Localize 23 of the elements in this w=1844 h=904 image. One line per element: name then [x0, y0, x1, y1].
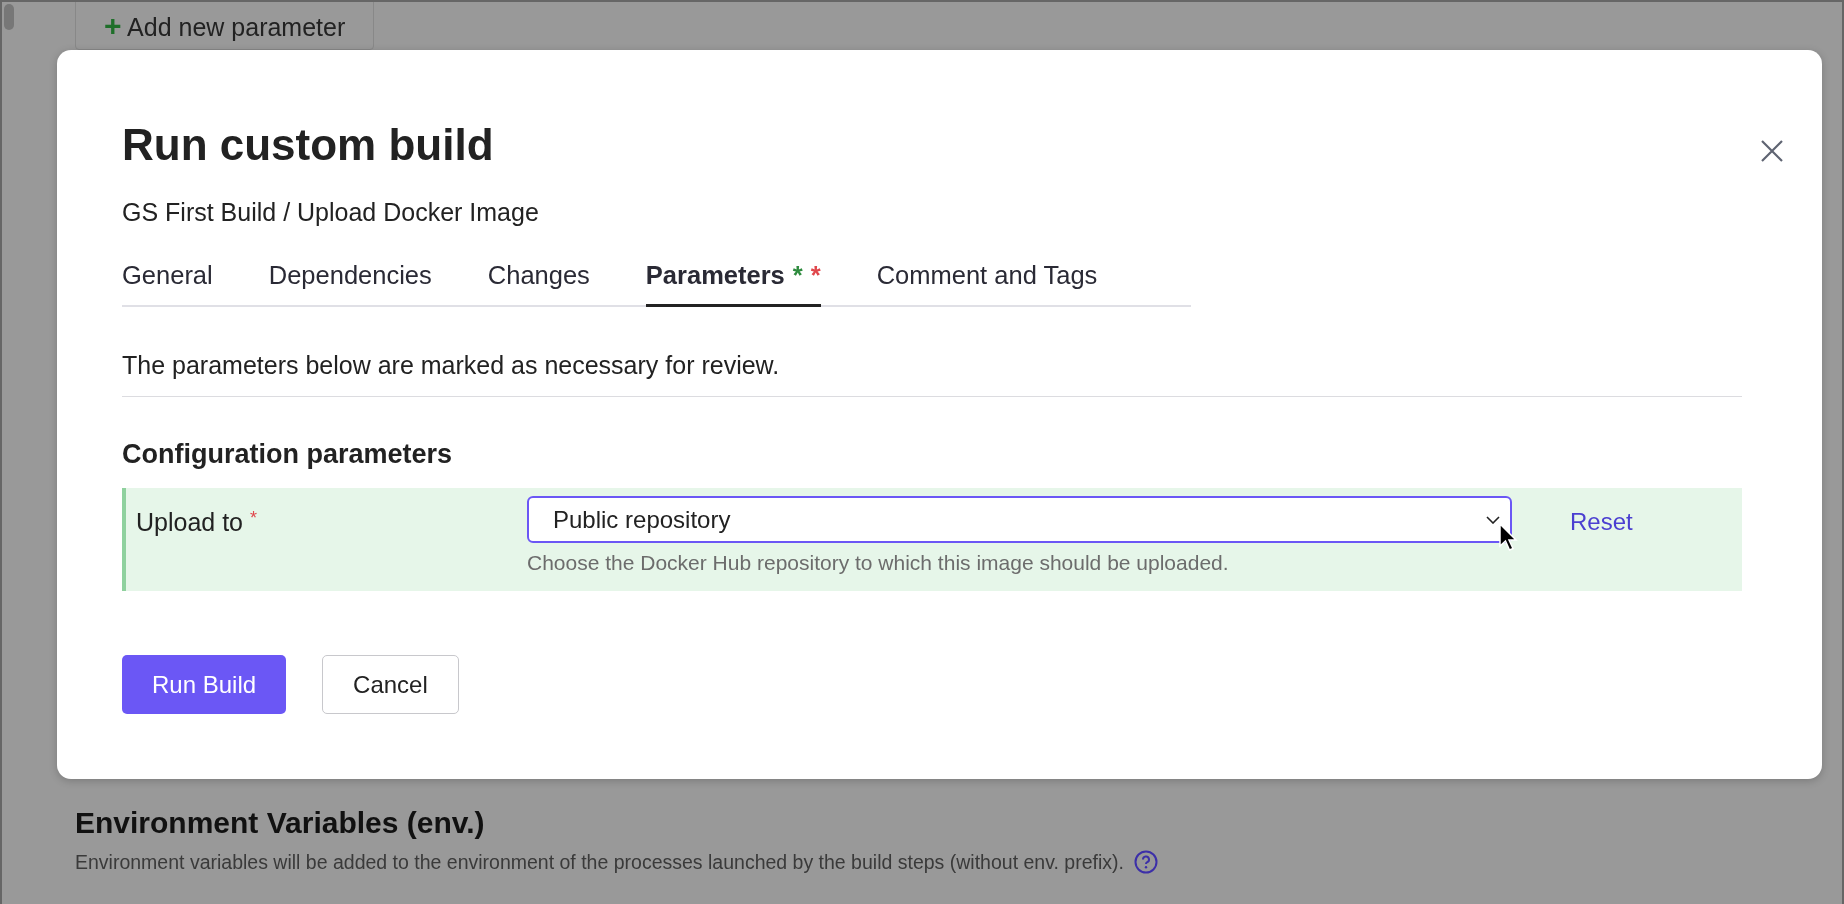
- dialog-title: Run custom build: [122, 120, 495, 170]
- section-description: Environment variables will be added to the environment of the processes launched by the build steps (without env. prefix).: [75, 850, 1124, 874]
- parameter-hint: Choose the Docker Hub repository to which this image should be uploaded.: [527, 551, 1230, 575]
- tab[interactable]: Dependencies: [268, 257, 432, 307]
- required-mark: *: [792, 261, 803, 289]
- cancel-button[interactable]: Cancel: [322, 655, 459, 714]
- tab[interactable]: Comment and Tags: [876, 257, 1098, 307]
- tab[interactable]: Parameters * *: [645, 257, 821, 307]
- notice-text: The parameters below are marked as necessary for review.: [122, 351, 1742, 397]
- scrollbar-thumb[interactable]: [4, 4, 14, 30]
- tab[interactable]: Changes: [487, 257, 590, 307]
- section-title: Configuration parameters: [122, 439, 454, 470]
- parameter-label: Upload to *: [136, 507, 258, 537]
- close-icon[interactable]: [1760, 139, 1784, 163]
- reset-link[interactable]: Reset: [1570, 496, 1633, 536]
- help-icon[interactable]: [1133, 850, 1158, 874]
- required-mark: *: [810, 261, 821, 289]
- dialog-subtitle: GS First Build / Upload Docker Image: [122, 198, 540, 227]
- add-parameter-button[interactable]: + Add new parameter: [75, 2, 375, 50]
- run-button[interactable]: Run Build: [122, 655, 287, 714]
- section-title: Environment Variables (env.): [75, 806, 485, 840]
- chevron-down-icon: [1486, 515, 1500, 524]
- tab[interactable]: General: [122, 257, 213, 307]
